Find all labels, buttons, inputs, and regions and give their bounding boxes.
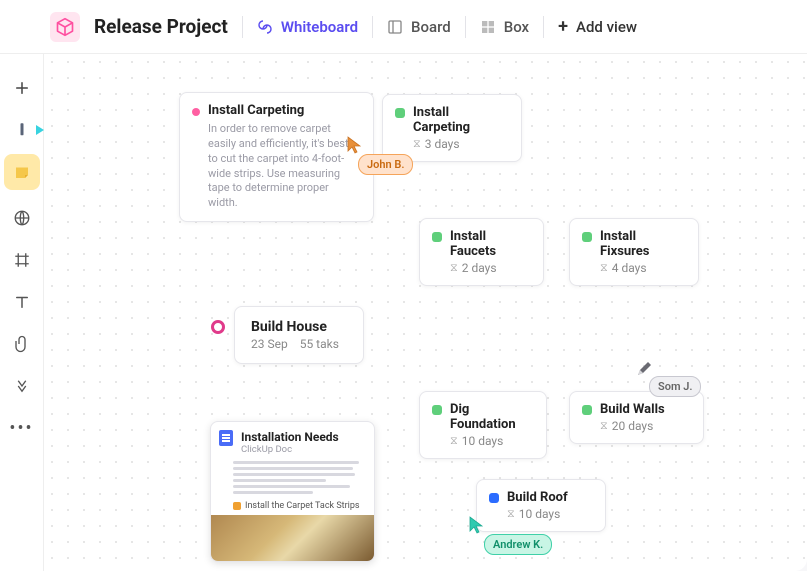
whiteboard-icon bbox=[257, 19, 273, 35]
app-frame: Release Project Whiteboard Board Box + A… bbox=[0, 0, 807, 571]
remote-cursor-som bbox=[636, 361, 652, 377]
paperclip-icon bbox=[13, 335, 31, 353]
add-view-button[interactable]: + Add view bbox=[558, 18, 637, 36]
frame-icon bbox=[13, 251, 31, 269]
doc-icon bbox=[219, 430, 233, 446]
zigzag-icon bbox=[13, 377, 31, 395]
status-dot bbox=[192, 108, 200, 116]
card-description: In order to remove carpet easily and eff… bbox=[208, 122, 361, 211]
header: Release Project Whiteboard Board Box + A… bbox=[0, 0, 807, 54]
status-dot bbox=[582, 405, 592, 415]
project-logo[interactable] bbox=[50, 12, 80, 42]
project-title: Release Project bbox=[94, 15, 228, 38]
card-title: Install Carpeting bbox=[413, 105, 509, 135]
plus-icon: + bbox=[558, 18, 568, 36]
add-tool[interactable] bbox=[4, 70, 40, 106]
divider bbox=[465, 16, 466, 38]
plus-icon bbox=[13, 79, 31, 97]
hourglass-icon: ⧖ bbox=[507, 507, 515, 521]
status-dot bbox=[432, 232, 442, 242]
more-tools[interactable]: ••• bbox=[4, 410, 40, 446]
tab-board[interactable]: Board bbox=[387, 18, 451, 36]
status-dot bbox=[489, 493, 499, 503]
user-tag-john: John B. bbox=[358, 154, 413, 175]
box-icon bbox=[480, 19, 496, 35]
hourglass-icon: ⧖ bbox=[600, 419, 608, 433]
tab-label: Whiteboard bbox=[281, 18, 358, 36]
card-duration: 10 days bbox=[519, 507, 561, 521]
card-date: 23 Sep bbox=[251, 337, 288, 351]
bullet-icon bbox=[233, 502, 241, 510]
more-icon: ••• bbox=[9, 418, 33, 439]
card-title: Install Fixsures bbox=[600, 229, 686, 259]
board-icon bbox=[387, 19, 403, 35]
card-title: Install Carpeting bbox=[208, 103, 361, 118]
card-install-carpeting[interactable]: Install Carpeting ⧖ 3 days bbox=[382, 94, 522, 162]
user-tag-andrew: Andrew K. bbox=[484, 534, 552, 555]
doc-thumbnail bbox=[211, 515, 374, 561]
doc-subtype: ClickUp Doc bbox=[241, 444, 339, 455]
status-dot bbox=[395, 108, 405, 118]
connector-tool[interactable] bbox=[4, 368, 40, 404]
remote-cursor-john bbox=[347, 136, 361, 154]
card-duration: 4 days bbox=[612, 261, 647, 275]
user-tag-som: Som J. bbox=[649, 376, 701, 397]
hourglass-icon: ⧖ bbox=[450, 434, 458, 448]
card-install-fixtures[interactable]: Install Fixsures ⧖ 4 days bbox=[569, 218, 699, 286]
frame-tool[interactable] bbox=[4, 242, 40, 278]
divider bbox=[543, 16, 544, 38]
note-tool[interactable] bbox=[4, 154, 40, 190]
card-doc-installation-needs[interactable]: Installation Needs ClickUp Doc Install t… bbox=[210, 421, 375, 562]
card-task-count: 55 taks bbox=[300, 337, 339, 351]
hourglass-icon: ⧖ bbox=[413, 137, 421, 151]
card-build-house[interactable]: Build House 23 Sep 55 taks bbox=[234, 306, 364, 364]
hourglass-icon: ⧖ bbox=[600, 261, 608, 275]
whiteboard-canvas[interactable]: Install Carpeting In order to remove car… bbox=[44, 54, 807, 571]
card-title: Install Faucets bbox=[450, 229, 531, 259]
divider bbox=[372, 16, 373, 38]
divider bbox=[242, 16, 243, 38]
node-ring bbox=[211, 320, 225, 334]
card-dig-foundation[interactable]: Dig Foundation ⧖ 10 days bbox=[419, 391, 547, 459]
card-title: Build Roof bbox=[507, 490, 568, 505]
card-duration: 2 days bbox=[462, 261, 497, 275]
card-duration: 3 days bbox=[425, 137, 460, 151]
remote-cursor-andrew bbox=[469, 516, 483, 534]
tab-label: Board bbox=[411, 18, 451, 36]
doc-preview-lines bbox=[211, 457, 374, 501]
add-view-label: Add view bbox=[576, 18, 637, 36]
attach-tool[interactable] bbox=[4, 326, 40, 362]
cube-icon bbox=[55, 17, 75, 37]
status-dot bbox=[432, 405, 442, 415]
globe-icon bbox=[13, 209, 31, 227]
status-dot bbox=[582, 232, 592, 242]
tab-label: Box bbox=[504, 18, 529, 36]
card-install-faucets[interactable]: Install Faucets ⧖ 2 days bbox=[419, 218, 544, 286]
left-toolbar: ••• bbox=[0, 54, 44, 571]
text-tool[interactable] bbox=[4, 284, 40, 320]
card-duration: 20 days bbox=[612, 419, 654, 433]
card-duration: 10 days bbox=[462, 434, 504, 448]
card-install-carpeting-detail[interactable]: Install Carpeting In order to remove car… bbox=[179, 92, 374, 222]
card-title: Build House bbox=[251, 319, 347, 335]
card-build-roof[interactable]: Build Roof ⧖ 10 days bbox=[476, 479, 606, 532]
card-title: Build Walls bbox=[600, 402, 665, 417]
hourglass-icon: ⧖ bbox=[450, 261, 458, 275]
tab-box[interactable]: Box bbox=[480, 18, 529, 36]
card-title: Dig Foundation bbox=[450, 402, 534, 432]
web-tool[interactable] bbox=[4, 200, 40, 236]
text-icon bbox=[13, 293, 31, 311]
doc-title: Installation Needs bbox=[241, 430, 339, 444]
pen-tool[interactable] bbox=[4, 112, 40, 148]
card-build-walls[interactable]: Build Walls ⧖ 20 days bbox=[569, 391, 704, 444]
doc-snippet: Install the Carpet Tack Strips bbox=[211, 501, 374, 515]
tab-whiteboard[interactable]: Whiteboard bbox=[257, 18, 358, 36]
sticky-note-icon bbox=[13, 163, 31, 181]
pen-icon bbox=[13, 121, 31, 139]
